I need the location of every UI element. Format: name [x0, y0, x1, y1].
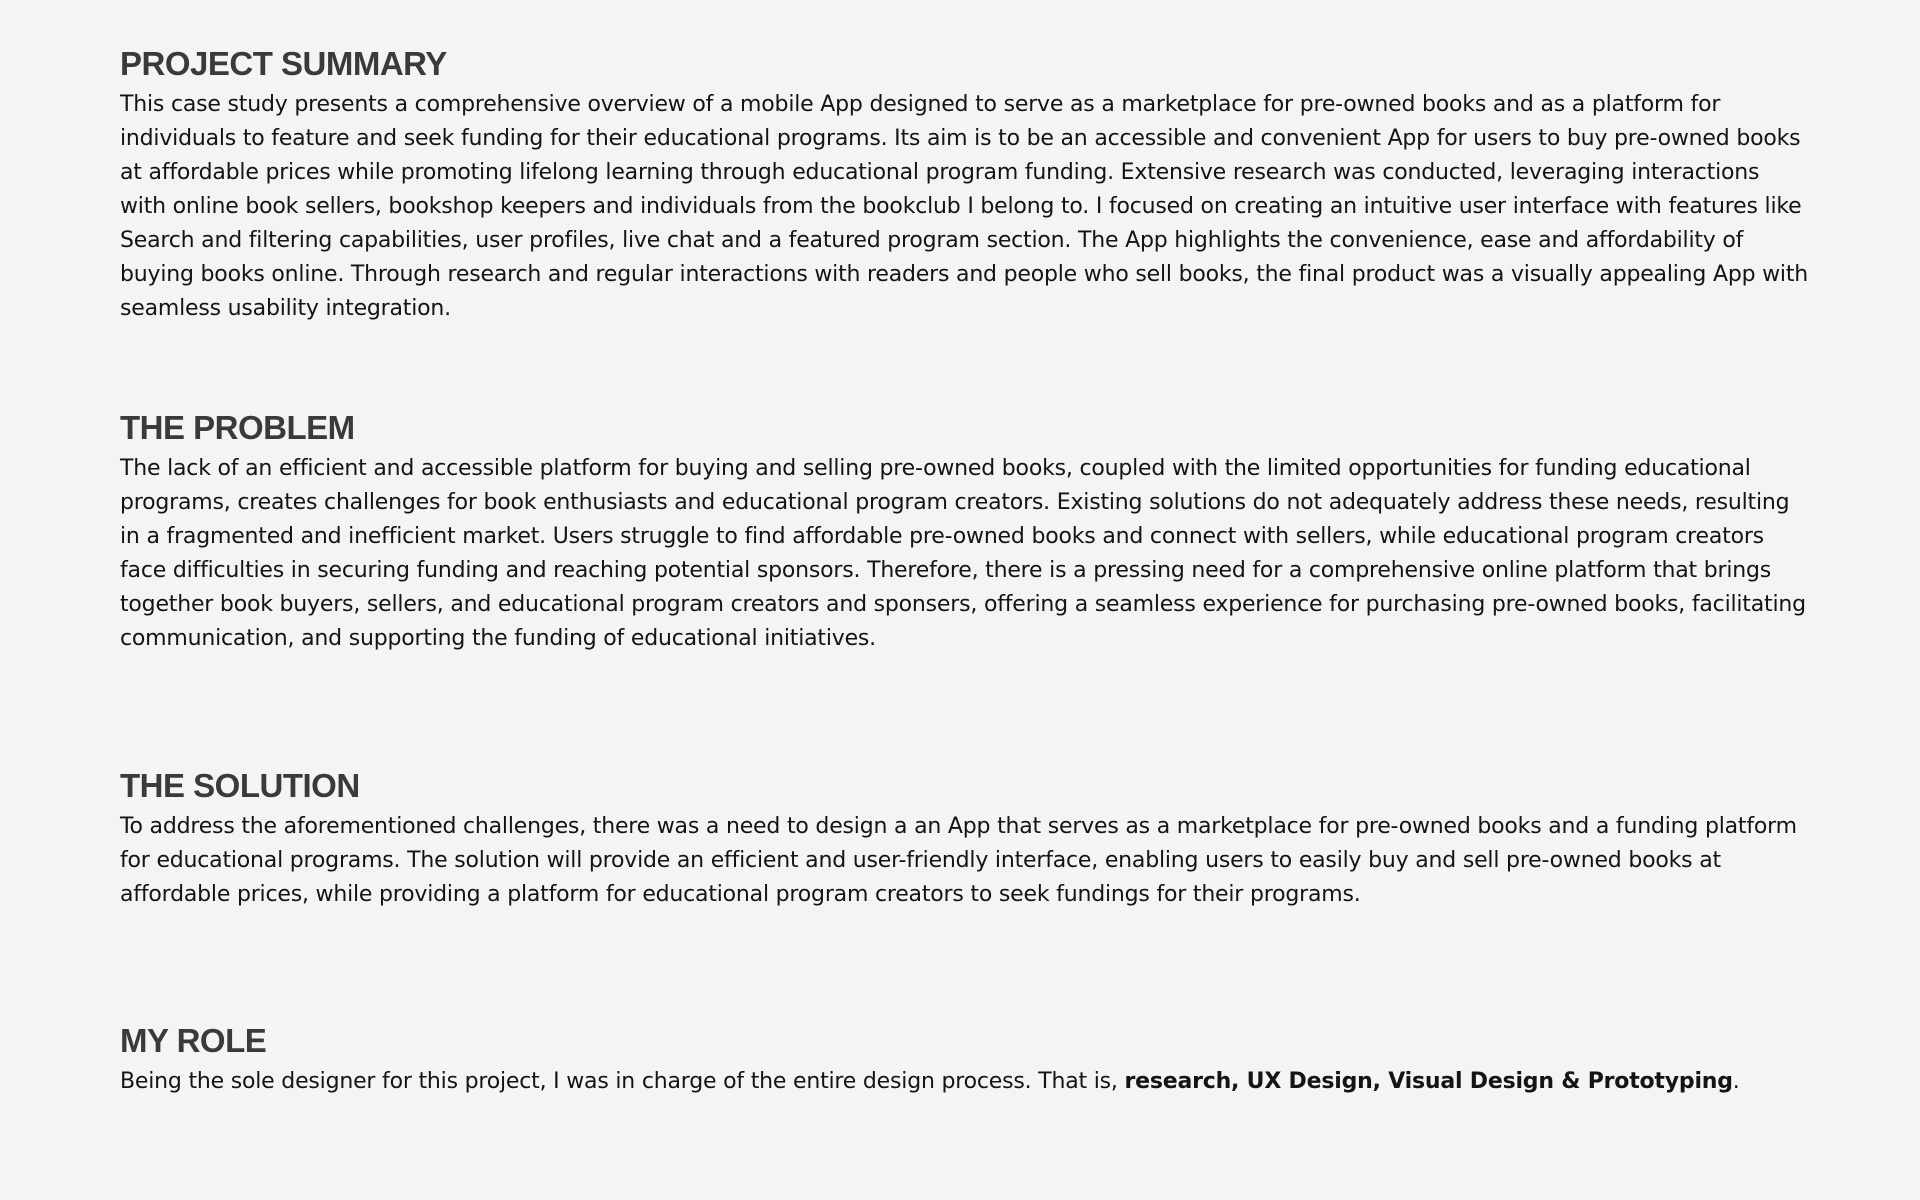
project-summary-text: This case study presents a comprehensive…: [120, 92, 1809, 321]
my-role-responsibilities: research, UX Design, Visual Design & Pro…: [1124, 1069, 1733, 1094]
my-role-heading: MY ROLE: [120, 1022, 267, 1059]
my-role-text: Being the sole designer for this project…: [120, 1065, 1810, 1099]
problem-heading: THE PROBLEM: [120, 409, 355, 446]
my-role-text-suffix: .: [1732, 1069, 1740, 1094]
case-study-page: PROJECT SUMMARY This case study presents…: [0, 0, 1920, 1200]
my-role-text-prefix: Being the sole designer for this project…: [120, 1069, 1125, 1094]
my-role-section: MY ROLE Being the sole designer for this…: [120, 1021, 1810, 1099]
problem-text: The lack of an efficient and accessible …: [120, 456, 1806, 651]
solution-text: To address the aforementioned challenges…: [120, 814, 1797, 907]
solution-section: THE SOLUTION To address the aforemention…: [120, 766, 1810, 912]
solution-heading: THE SOLUTION: [120, 767, 360, 804]
project-summary-heading: PROJECT SUMMARY: [120, 45, 447, 82]
project-summary-section: PROJECT SUMMARY This case study presents…: [120, 44, 1810, 326]
problem-section: THE PROBLEM The lack of an efficient and…: [120, 408, 1810, 656]
